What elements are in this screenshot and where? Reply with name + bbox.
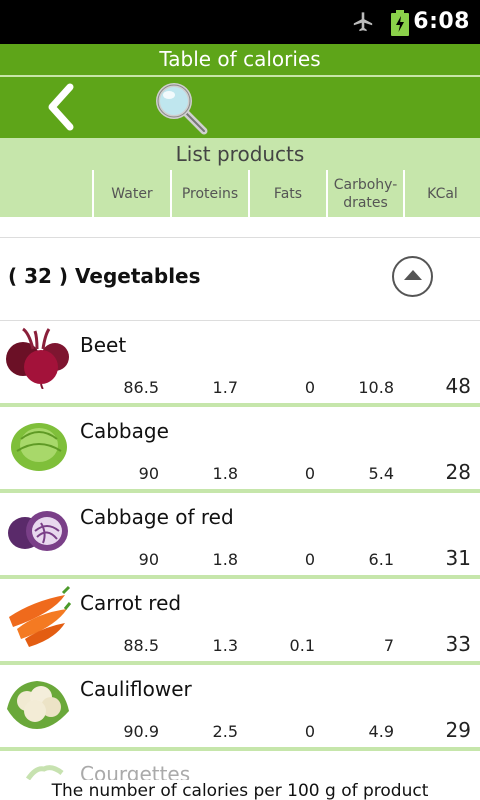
airplane-icon bbox=[353, 12, 373, 32]
kcal-value: 31 bbox=[445, 546, 471, 570]
column-header-kcal: KCal bbox=[403, 170, 480, 217]
list-item[interactable]: Beet 86.5 1.7 0 10.8 48 bbox=[0, 321, 480, 407]
column-header-carbs-line1: Carbohy- bbox=[333, 176, 398, 193]
battery-charging-icon bbox=[391, 10, 409, 36]
carrot-image bbox=[9, 585, 71, 647]
carbs-value: 10.8 bbox=[358, 378, 394, 397]
beet-image bbox=[6, 327, 69, 389]
kcal-value: 33 bbox=[445, 632, 471, 656]
clock: 6:08 bbox=[413, 9, 470, 34]
kcal-value: 28 bbox=[445, 460, 471, 484]
carbs-value: 4.9 bbox=[368, 722, 394, 741]
chevron-left-icon[interactable] bbox=[38, 81, 86, 133]
water-value: 90 bbox=[138, 550, 159, 569]
group-title: ( 32 ) Vegetables bbox=[8, 264, 201, 288]
water-value: 90 bbox=[138, 464, 159, 483]
cauliflower-image bbox=[7, 681, 69, 729]
list-products-heading: List products bbox=[0, 138, 480, 170]
toolbar bbox=[0, 77, 480, 138]
footer-note: The number of calories per 100 g of prod… bbox=[0, 780, 480, 800]
list-item[interactable]: Cabbage of red 90 1.8 0 6.1 31 bbox=[0, 493, 480, 579]
cabbage-image bbox=[11, 423, 67, 471]
courgette-image bbox=[26, 765, 64, 780]
column-header-carbs-line2: drates bbox=[343, 194, 388, 211]
product-name: Carrot red bbox=[80, 591, 182, 615]
proteins-value: 1.8 bbox=[212, 550, 238, 569]
column-header-carbohydrates: Carbohy- drates bbox=[326, 170, 403, 217]
carbs-value: 6.1 bbox=[368, 550, 394, 569]
list-item[interactable]: Courgettes bbox=[0, 756, 480, 780]
column-headers: Water Proteins Fats Carbohy- drates KCal bbox=[0, 170, 480, 217]
column-header-water: Water bbox=[92, 170, 170, 217]
page-title: Table of calories bbox=[0, 44, 480, 77]
list-item[interactable]: Cabbage 90 1.8 0 5.4 28 bbox=[0, 407, 480, 493]
status-bar: 6:08 bbox=[0, 0, 480, 44]
chevron-up-icon[interactable] bbox=[392, 256, 433, 297]
magnifier-icon[interactable] bbox=[152, 81, 210, 135]
red-cabbage-image bbox=[8, 511, 68, 551]
product-name: Cauliflower bbox=[80, 677, 192, 701]
kcal-value: 29 bbox=[445, 718, 471, 742]
kcal-value: 48 bbox=[445, 374, 471, 398]
proteins-value: 1.8 bbox=[212, 464, 238, 483]
proteins-value: 1.7 bbox=[212, 378, 238, 397]
fats-value: 0 bbox=[304, 550, 315, 569]
product-name: Cabbage of red bbox=[80, 505, 234, 529]
water-value: 88.5 bbox=[123, 636, 159, 655]
product-name: Beet bbox=[80, 333, 127, 357]
list-item[interactable]: Carrot red 88.5 1.3 0.1 7 33 bbox=[0, 579, 480, 665]
list-item[interactable]: Cauliflower 90.9 2.5 0 4.9 29 bbox=[0, 665, 480, 751]
water-value: 86.5 bbox=[123, 378, 159, 397]
fats-value: 0 bbox=[304, 464, 315, 483]
row-divider bbox=[0, 747, 480, 751]
proteins-value: 1.3 bbox=[212, 636, 238, 655]
product-name: Courgettes bbox=[80, 762, 191, 780]
column-header-fats: Fats bbox=[248, 170, 326, 217]
fats-value: 0 bbox=[304, 722, 315, 741]
product-name: Cabbage bbox=[80, 419, 169, 443]
column-header-proteins: Proteins bbox=[170, 170, 248, 217]
proteins-value: 2.5 bbox=[212, 722, 238, 741]
fats-value: 0.1 bbox=[289, 636, 315, 655]
carbs-value: 5.4 bbox=[368, 464, 394, 483]
carbs-value: 7 bbox=[383, 636, 394, 655]
fats-value: 0 bbox=[304, 378, 315, 397]
water-value: 90.9 bbox=[123, 722, 159, 741]
column-header-blank bbox=[0, 170, 92, 217]
